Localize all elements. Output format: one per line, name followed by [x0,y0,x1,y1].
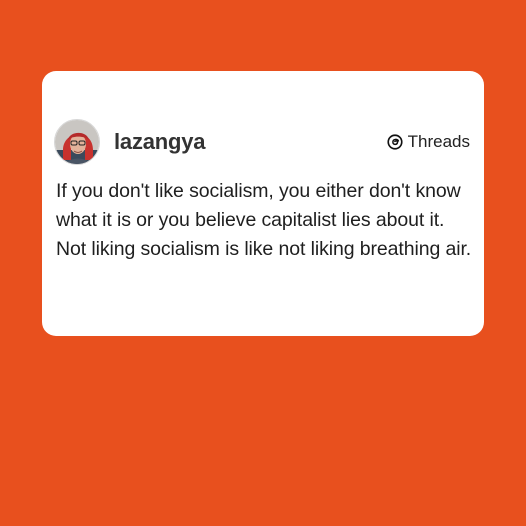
username[interactable]: lazangya [114,129,206,155]
profile-photo-icon [55,120,99,164]
post-card: lazangya Threads If you don't like socia… [42,71,484,336]
avatar[interactable] [54,119,100,165]
threads-logo-icon [387,134,403,150]
threads-brand: Threads [386,132,470,152]
post-text: If you don't like socialism, you either … [56,180,472,260]
threads-label: Threads [407,132,470,151]
